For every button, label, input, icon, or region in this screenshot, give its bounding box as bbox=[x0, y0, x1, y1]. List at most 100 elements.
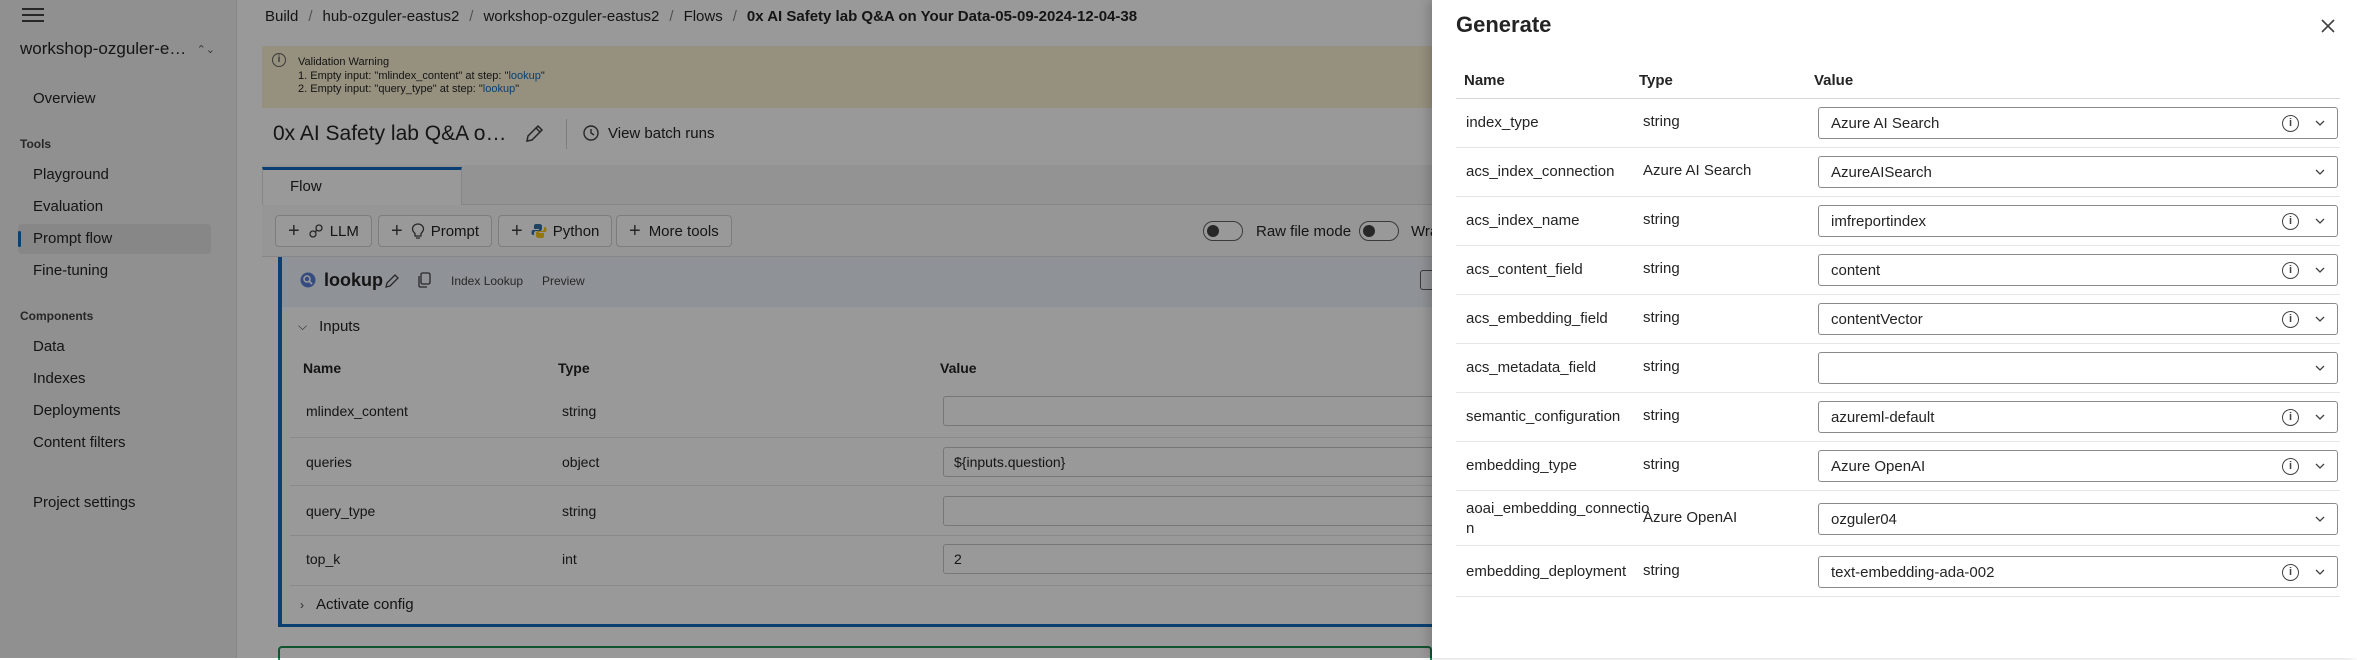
input-name-top-k: top_k bbox=[306, 551, 341, 567]
inputs-section-toggle[interactable]: ⌵ Inputs bbox=[298, 318, 360, 335]
acs-index-name-dropdown[interactable]: imfreportindex i bbox=[1818, 205, 2338, 237]
acs-index-connection-dropdown[interactable]: AzureAISearch bbox=[1818, 156, 2338, 188]
more-tools-button[interactable]: + More tools bbox=[616, 215, 732, 247]
activate-config-label: Activate config bbox=[316, 596, 414, 613]
dropdown-value: content bbox=[1831, 262, 1881, 279]
add-prompt-button[interactable]: + Prompt bbox=[378, 215, 493, 247]
dropdown-value: Azure OpenAI bbox=[1831, 458, 1926, 475]
left-sidebar: workshop-ozguler-eastus2 ⌃⌄ Overview Too… bbox=[0, 0, 237, 658]
warning-line-1: 1. Empty input: "mlindex_content" at ste… bbox=[298, 70, 545, 82]
sidebar-item-project-settings[interactable]: Project settings bbox=[18, 488, 211, 518]
info-icon[interactable]: i bbox=[2282, 262, 2299, 279]
row-name: acs_index_name bbox=[1466, 212, 1580, 229]
chevron-down-icon bbox=[2315, 414, 2325, 420]
row-type: string bbox=[1643, 456, 1680, 473]
plus-icon: + bbox=[391, 220, 403, 242]
chevron-down-icon bbox=[2315, 463, 2325, 469]
sidebar-item-data[interactable]: Data bbox=[18, 332, 211, 362]
top-k-input[interactable]: 2 bbox=[943, 544, 1432, 574]
row-name: embedding_deployment bbox=[1466, 563, 1627, 580]
mlindex-content-input[interactable] bbox=[943, 396, 1432, 426]
sidebar-item-indexes[interactable]: Indexes bbox=[18, 364, 211, 394]
row-name: embedding_type bbox=[1466, 457, 1577, 474]
breadcrumb-separator: / bbox=[469, 8, 474, 25]
dropdown-value: ozguler04 bbox=[1831, 511, 1897, 528]
panel-column-type: Type bbox=[1639, 72, 1673, 89]
info-icon[interactable]: i bbox=[2282, 564, 2299, 581]
row-type: string bbox=[1643, 562, 1680, 579]
queries-input[interactable]: ${inputs.question} bbox=[943, 447, 1432, 477]
acs-content-field-dropdown[interactable]: content i bbox=[1818, 254, 2338, 286]
edit-node-name-icon[interactable] bbox=[383, 272, 401, 290]
breadcrumb-project[interactable]: workshop-ozguler-eastus2 bbox=[483, 8, 659, 25]
breadcrumb-flows[interactable]: Flows bbox=[684, 8, 723, 25]
panel-column-name: Name bbox=[1464, 72, 1505, 89]
row-type: string bbox=[1643, 211, 1680, 228]
sidebar-item-playground[interactable]: Playground bbox=[18, 160, 211, 190]
input-name-queries: queries bbox=[306, 454, 352, 470]
sidebar-item-overview[interactable]: Overview bbox=[18, 84, 211, 114]
add-python-button[interactable]: + Python bbox=[498, 215, 613, 247]
info-icon[interactable]: i bbox=[2282, 409, 2299, 426]
breadcrumb-separator: / bbox=[732, 8, 737, 25]
history-icon bbox=[583, 125, 599, 141]
project-selector[interactable]: workshop-ozguler-eastus2 ⌃⌄ bbox=[20, 39, 215, 59]
node-action-button[interactable] bbox=[1420, 270, 1432, 290]
index-type-dropdown[interactable]: Azure AI Search i bbox=[1818, 107, 2338, 139]
info-icon[interactable]: i bbox=[2282, 458, 2299, 475]
prompt-label: Prompt bbox=[430, 222, 480, 240]
view-batch-runs-button[interactable]: View batch runs bbox=[582, 124, 714, 142]
node-type-badge: Index Lookup bbox=[451, 274, 524, 288]
panel-column-value: Value bbox=[1814, 72, 1854, 89]
divider bbox=[566, 119, 567, 149]
info-icon[interactable]: i bbox=[2282, 115, 2299, 132]
raw-file-mode-toggle[interactable] bbox=[1203, 221, 1243, 241]
row-name: aoai_embedding_connectio n bbox=[1466, 500, 1650, 537]
chevron-down-icon bbox=[2315, 516, 2325, 522]
plus-icon: + bbox=[629, 220, 641, 242]
sidebar-item-prompt-flow[interactable]: Prompt flow bbox=[18, 224, 211, 254]
row-type: Azure OpenAI bbox=[1643, 509, 1738, 526]
info-icon[interactable]: i bbox=[2282, 213, 2299, 230]
breadcrumb-hub[interactable]: hub-ozguler-eastus2 bbox=[323, 8, 460, 25]
add-llm-button[interactable]: + LLM bbox=[275, 215, 372, 247]
sidebar-item-deployments[interactable]: Deployments bbox=[18, 396, 211, 426]
chevron-down-icon bbox=[2315, 169, 2325, 175]
acs-metadata-field-dropdown[interactable] bbox=[1818, 352, 2338, 384]
tab-flow[interactable]: Flow bbox=[262, 167, 462, 205]
row-name: acs_content_field bbox=[1466, 261, 1583, 278]
sidebar-item-fine-tuning[interactable]: Fine-tuning bbox=[18, 256, 211, 286]
copy-icon[interactable] bbox=[418, 272, 432, 288]
inputs-column-value: Value bbox=[940, 360, 977, 376]
warning-link-lookup-1[interactable]: lookup bbox=[508, 70, 540, 82]
warning-line-2-text: 2. Empty input: "query_type" at step: " bbox=[298, 83, 483, 95]
embedding-deployment-dropdown[interactable]: text-embedding-ada-002 i bbox=[1818, 556, 2338, 588]
sidebar-item-evaluation[interactable]: Evaluation bbox=[18, 192, 211, 222]
warning-line-1-text: 1. Empty input: "mlindex_content" at ste… bbox=[298, 70, 509, 82]
close-icon[interactable] bbox=[2316, 14, 2340, 38]
pencil-icon[interactable] bbox=[523, 123, 545, 145]
row-type: string bbox=[1643, 309, 1680, 326]
warning-line-1-end: " bbox=[540, 70, 545, 82]
info-icon: i bbox=[272, 53, 286, 67]
breadcrumb-build[interactable]: Build bbox=[265, 8, 298, 25]
row-name: semantic_configuration bbox=[1466, 408, 1621, 425]
embedding-type-dropdown[interactable]: Azure OpenAI i bbox=[1818, 450, 2338, 482]
chevron-down-icon bbox=[2315, 316, 2325, 322]
semantic-configuration-dropdown[interactable]: azureml-default i bbox=[1818, 401, 2338, 433]
activate-config-toggle[interactable]: › Activate config bbox=[300, 596, 414, 613]
dropdown-value: azureml-default bbox=[1831, 409, 1935, 426]
index-lookup-icon bbox=[300, 272, 316, 288]
sidebar-item-content-filters[interactable]: Content filters bbox=[18, 428, 211, 458]
wrap-toggle[interactable] bbox=[1359, 221, 1399, 241]
info-icon[interactable]: i bbox=[2282, 311, 2299, 328]
row-name: index_type bbox=[1466, 114, 1539, 131]
warning-link-lookup-2[interactable]: lookup bbox=[483, 83, 515, 95]
chevron-down-icon bbox=[2315, 218, 2325, 224]
hamburger-menu-icon[interactable] bbox=[22, 8, 44, 24]
python-icon bbox=[531, 223, 547, 239]
raw-file-mode-label: Raw file mode bbox=[1256, 223, 1352, 240]
aoai-embedding-connection-dropdown[interactable]: ozguler04 bbox=[1818, 503, 2338, 535]
acs-embedding-field-dropdown[interactable]: contentVector i bbox=[1818, 303, 2338, 335]
query-type-input[interactable] bbox=[943, 496, 1432, 526]
